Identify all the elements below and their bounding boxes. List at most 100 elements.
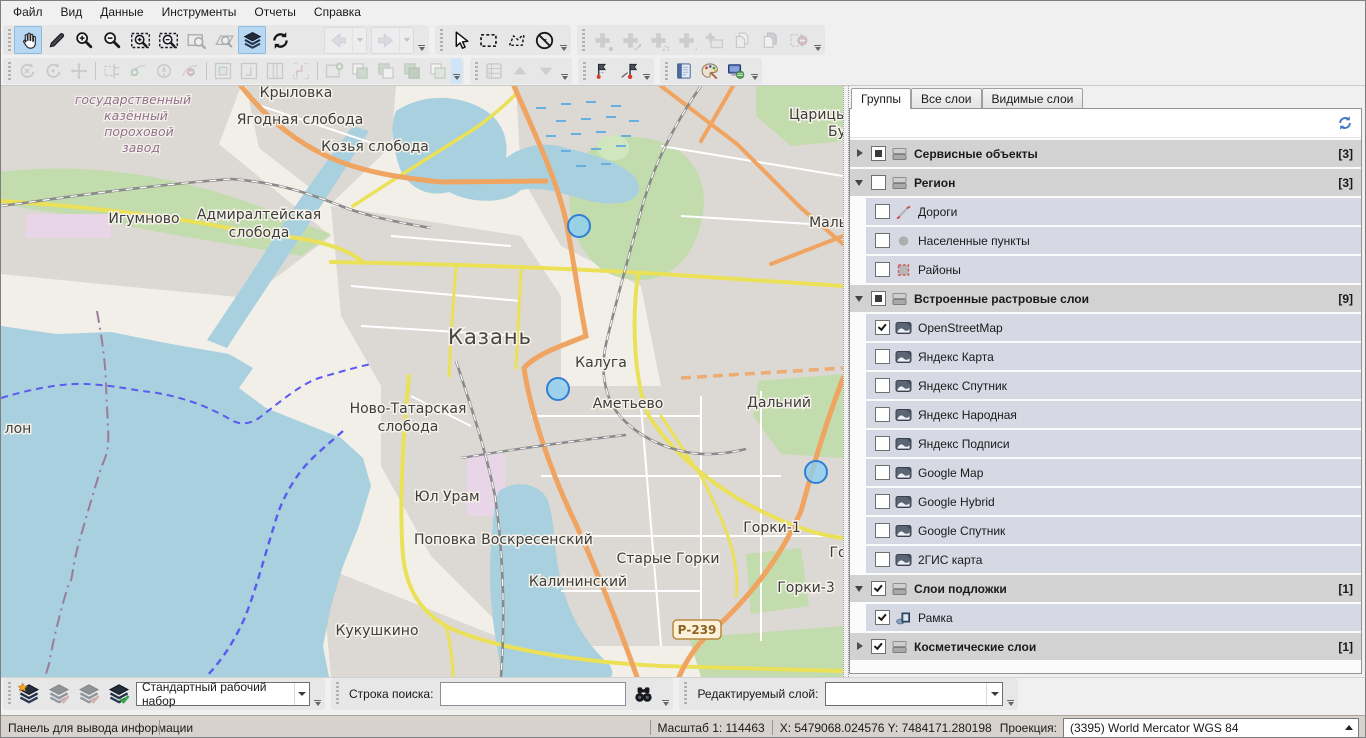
- layer-row[interactable]: Яндекс Народная: [866, 401, 1361, 428]
- map-canvas[interactable]: Р-239 КрыловкаЯгодная слободаКозья слобо…: [1, 86, 843, 677]
- layer-group-row[interactable]: Встроенные растровые слои[9]: [850, 285, 1361, 312]
- nav-forward-button[interactable]: [371, 27, 414, 54]
- zoom-out-button[interactable]: [98, 26, 126, 54]
- layer-checkbox[interactable]: [875, 378, 890, 393]
- zoom-in-window-button[interactable]: [126, 26, 154, 54]
- layer-checkbox[interactable]: [875, 407, 890, 422]
- style-editor-button[interactable]: [697, 59, 723, 83]
- tab-groups[interactable]: Группы: [851, 88, 911, 109]
- toolbar-grip[interactable]: [475, 62, 478, 80]
- toolbar-overflow-button[interactable]: [1005, 678, 1016, 710]
- chevron-down-icon[interactable]: [986, 683, 1002, 705]
- refresh-map-button[interactable]: [266, 26, 294, 54]
- find-button[interactable]: [626, 679, 660, 709]
- layer-row[interactable]: OpenStreetMap: [866, 314, 1361, 341]
- add-vertex-button[interactable]: [125, 59, 151, 83]
- frame-partial-button[interactable]: [236, 59, 262, 83]
- layer-checkbox[interactable]: [875, 523, 890, 538]
- layer-checkbox[interactable]: [871, 146, 886, 161]
- toolbar-grip[interactable]: [684, 682, 687, 706]
- layer-row[interactable]: 2ГИС карта: [866, 546, 1361, 573]
- layer-row[interactable]: Google Map: [866, 459, 1361, 486]
- search-input[interactable]: [440, 682, 626, 706]
- layer-checkbox[interactable]: [875, 465, 890, 480]
- toolbar-grip[interactable]: [583, 62, 586, 80]
- zoom-to-region-button[interactable]: [210, 26, 238, 54]
- frame-add-button[interactable]: [321, 59, 347, 83]
- layer-checkbox[interactable]: [871, 581, 886, 596]
- zoom-out-window-button[interactable]: [154, 26, 182, 54]
- layer-group-row[interactable]: Сервисные объекты[3]: [850, 140, 1361, 167]
- map-marker[interactable]: [805, 461, 827, 483]
- intersect-outline-button[interactable]: [425, 59, 451, 83]
- move-up-button[interactable]: [507, 59, 533, 83]
- add-rectangle-object-button[interactable]: [700, 26, 728, 54]
- tab-all-layers[interactable]: Все слои: [911, 88, 982, 108]
- menu-file[interactable]: Файл: [4, 2, 52, 22]
- toolbar-grip[interactable]: [665, 62, 668, 80]
- map-marker[interactable]: [568, 215, 590, 237]
- layer-row[interactable]: Яндекс Спутник: [866, 372, 1361, 399]
- menu-reports[interactable]: Отчеты: [245, 2, 304, 22]
- nav-back-dropdown[interactable]: [352, 28, 366, 53]
- move-object-button[interactable]: [66, 59, 92, 83]
- route-start-flag-button[interactable]: [589, 59, 615, 83]
- toolbar-grip[interactable]: [336, 682, 339, 706]
- toolbar-overflow-button[interactable]: [559, 58, 570, 84]
- paste-object-button[interactable]: [756, 26, 784, 54]
- chevron-down-icon[interactable]: [294, 683, 309, 705]
- map-marker[interactable]: [547, 378, 569, 400]
- route-finish-flag-button[interactable]: [615, 59, 641, 83]
- expander-icon[interactable]: [854, 582, 867, 595]
- expander-icon[interactable]: [854, 147, 867, 160]
- notes-journal-button[interactable]: [671, 59, 697, 83]
- map-view[interactable]: Р-239 КрыловкаЯгодная слободаКозья слобо…: [1, 86, 843, 677]
- nav-back-button[interactable]: [324, 27, 367, 54]
- toolbar-overflow-button[interactable]: [558, 25, 569, 55]
- attribute-table-button[interactable]: [481, 59, 507, 83]
- measure-tool-button[interactable]: [42, 26, 70, 54]
- layer-checkbox[interactable]: [875, 349, 890, 364]
- workset-combobox[interactable]: Стандартный рабочий набор: [136, 682, 310, 706]
- zoom-previous-button[interactable]: [182, 26, 210, 54]
- zoom-in-button[interactable]: [70, 26, 98, 54]
- workset-save-button[interactable]: [104, 679, 134, 709]
- toolbar-grip[interactable]: [582, 29, 585, 51]
- rotate-x-button[interactable]: [14, 59, 40, 83]
- intersect-front-button[interactable]: [347, 59, 373, 83]
- object-info-button[interactable]: [294, 26, 322, 54]
- layer-checkbox[interactable]: [871, 639, 886, 654]
- menu-help[interactable]: Справка: [305, 2, 370, 22]
- menu-tools[interactable]: Инструменты: [153, 2, 246, 22]
- layer-checkbox[interactable]: [871, 175, 886, 190]
- layer-checkbox[interactable]: [875, 204, 890, 219]
- layer-row[interactable]: Google Hybrid: [866, 488, 1361, 515]
- toolbar-overflow-button[interactable]: [660, 678, 671, 710]
- trim-object-button[interactable]: [99, 59, 125, 83]
- layer-checkbox[interactable]: [875, 233, 890, 248]
- layer-checkbox[interactable]: [871, 291, 886, 306]
- layer-row[interactable]: Дороги: [866, 198, 1361, 225]
- layer-checkbox[interactable]: [875, 320, 890, 335]
- expander-icon[interactable]: [854, 640, 867, 653]
- layers-visibility-button[interactable]: [238, 26, 266, 54]
- move-down-button[interactable]: [533, 59, 559, 83]
- layer-group-row[interactable]: Косметические слои[1]: [850, 633, 1361, 660]
- add-point-object-button[interactable]: [588, 26, 616, 54]
- layer-row[interactable]: Районы: [866, 256, 1361, 283]
- toolbar-grip[interactable]: [8, 29, 11, 51]
- edit-layer-combobox[interactable]: [825, 682, 1003, 706]
- rotate-vertex-button[interactable]: [151, 59, 177, 83]
- refresh-layers-icon[interactable]: [1336, 114, 1354, 132]
- copy-object-button[interactable]: [728, 26, 756, 54]
- delete-object-button[interactable]: [784, 26, 812, 54]
- intersect-back-button[interactable]: [373, 59, 399, 83]
- expander-icon[interactable]: [854, 292, 867, 305]
- chevron-up-icon[interactable]: [1340, 719, 1358, 737]
- frame-columns-button[interactable]: [262, 59, 288, 83]
- intersect-both-button[interactable]: [399, 59, 425, 83]
- frame-zoom-button[interactable]: [210, 59, 236, 83]
- layer-row[interactable]: Яндекс Карта: [866, 343, 1361, 370]
- nav-forward-dropdown[interactable]: [399, 28, 413, 53]
- projection-combobox[interactable]: (3395) World Mercator WGS 84: [1063, 718, 1359, 738]
